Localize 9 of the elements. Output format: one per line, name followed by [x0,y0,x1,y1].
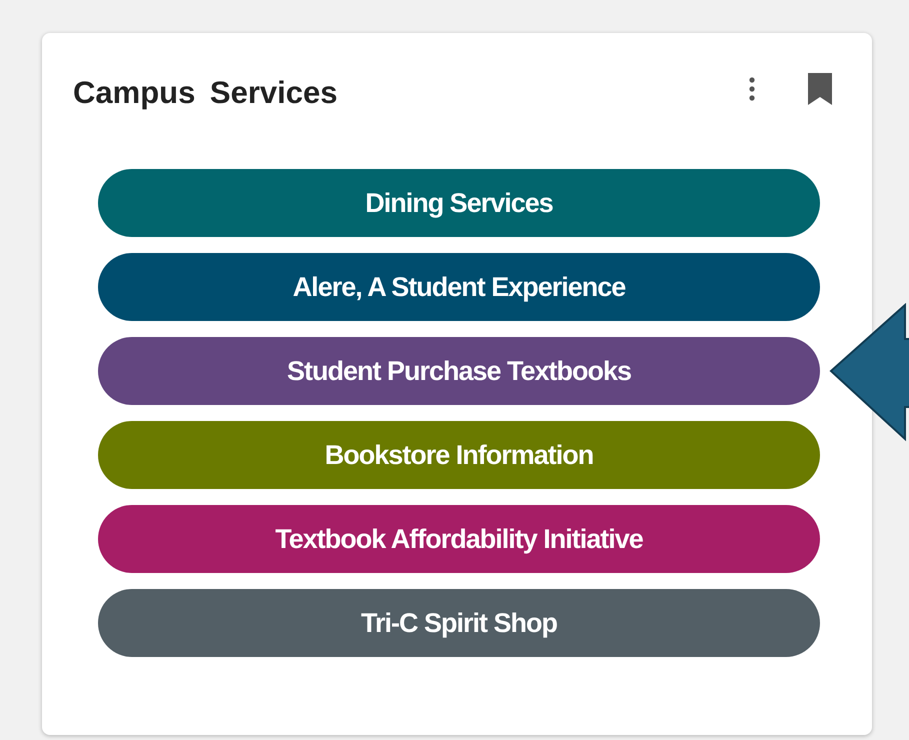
service-button[interactable]: Bookstore Information [98,421,820,489]
service-button[interactable]: Dining Services [98,169,820,237]
service-button[interactable]: Textbook Affordability Initiative [98,505,820,573]
service-button[interactable]: Student Purchase Textbooks [98,337,820,405]
more-options-icon[interactable] [748,76,756,102]
service-button[interactable]: Alere, A Student Experience [98,253,820,321]
service-button[interactable]: Tri-C Spirit Shop [98,589,820,657]
bookmark-icon[interactable] [808,73,832,105]
card-title: Campus Services [73,75,338,111]
